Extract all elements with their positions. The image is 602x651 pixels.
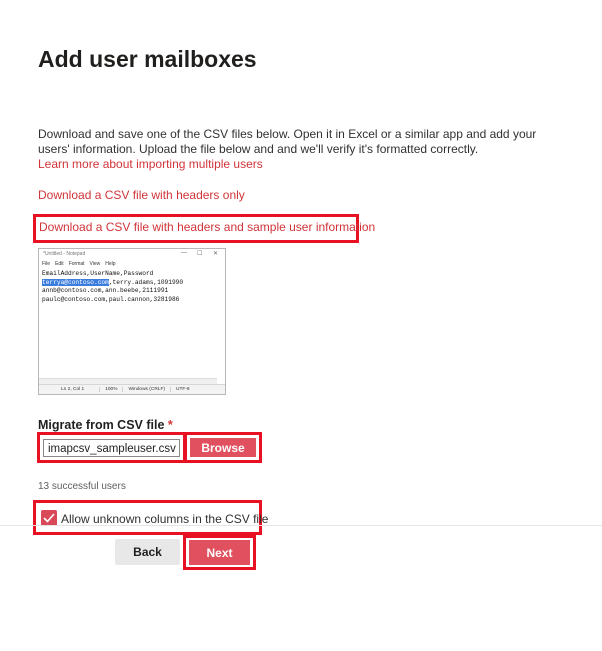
highlight-frame-file-field xyxy=(37,432,186,463)
notepad-menu-help: Help xyxy=(105,260,116,267)
browse-button[interactable]: Browse xyxy=(190,438,256,457)
highlight-frame-next: Next xyxy=(183,535,256,570)
status-encoding: UTF-8 xyxy=(170,387,195,392)
notepad-menu-view: View xyxy=(89,260,101,267)
csv-file-input[interactable] xyxy=(43,439,180,457)
highlight-frame-browse: Browse xyxy=(184,432,262,463)
next-button[interactable]: Next xyxy=(189,540,250,565)
maximize-icon: ☐ xyxy=(197,251,203,257)
description-text: Download and save one of the CSV files b… xyxy=(38,127,537,156)
csv-row: paulc@contoso.com,paul.cannon,3281986 xyxy=(42,295,180,303)
back-button[interactable]: Back xyxy=(115,539,180,565)
status-line-ending: Windows (CRLF) xyxy=(122,387,170,392)
notepad-statusbar: Ln 2, Col 1 100% Windows (CRLF) UTF-8 xyxy=(39,384,225,394)
minimize-icon: — xyxy=(181,250,187,256)
notepad-menu-format: Format xyxy=(68,260,85,267)
selected-text: terrya@contoso.com xyxy=(42,278,109,286)
notepad-titlebar: *Untitled - Notepad — ☐ ✕ xyxy=(39,249,225,259)
csv-row-rest: ,terry.adams,1091990 xyxy=(108,278,184,286)
notepad-screenshot: *Untitled - Notepad — ☐ ✕ File Edit Form… xyxy=(38,248,226,395)
csv-row: annb@contoso.com,ann.beebe,2111991 xyxy=(42,287,169,295)
highlight-frame-checkbox: Allow unknown columns in the CSV file xyxy=(33,500,268,535)
close-icon: ✕ xyxy=(213,251,219,257)
checkmark-icon xyxy=(43,513,55,523)
status-zoom: 100% xyxy=(99,387,122,392)
download-headers-sample-link[interactable]: Download a CSV file with headers and sam… xyxy=(39,220,375,234)
allow-unknown-columns-checkbox[interactable] xyxy=(41,510,57,526)
learn-more-link[interactable]: Learn more about importing multiple user… xyxy=(38,157,263,171)
allow-unknown-columns-label[interactable]: Allow unknown columns in the CSV file xyxy=(61,512,268,526)
download-headers-only-link[interactable]: Download a CSV file with headers only xyxy=(38,188,245,202)
notepad-title: *Untitled - Notepad xyxy=(43,251,86,257)
csv-header-line: EmailAddress,UserName,Password xyxy=(42,270,154,277)
migrate-csv-label-text: Migrate from CSV file xyxy=(38,418,165,432)
notepad-menubar: File Edit Format View Help xyxy=(39,259,225,268)
success-count-text: 13 successful users xyxy=(38,481,126,492)
status-position: Ln 2, Col 1 xyxy=(61,387,85,392)
footer-divider xyxy=(0,525,602,526)
csv-row: terrya@contoso.com,terry.adams,1091990 xyxy=(42,278,222,288)
required-mark: * xyxy=(167,418,173,432)
migrate-csv-label: Migrate from CSV file * xyxy=(38,418,173,432)
notepad-menu-file: File xyxy=(42,260,51,267)
notepad-content: EmailAddress,UserName,Password terrya@co… xyxy=(39,268,225,306)
notepad-menu-edit: Edit xyxy=(55,260,64,267)
page-title: Add user mailboxes xyxy=(38,46,257,72)
